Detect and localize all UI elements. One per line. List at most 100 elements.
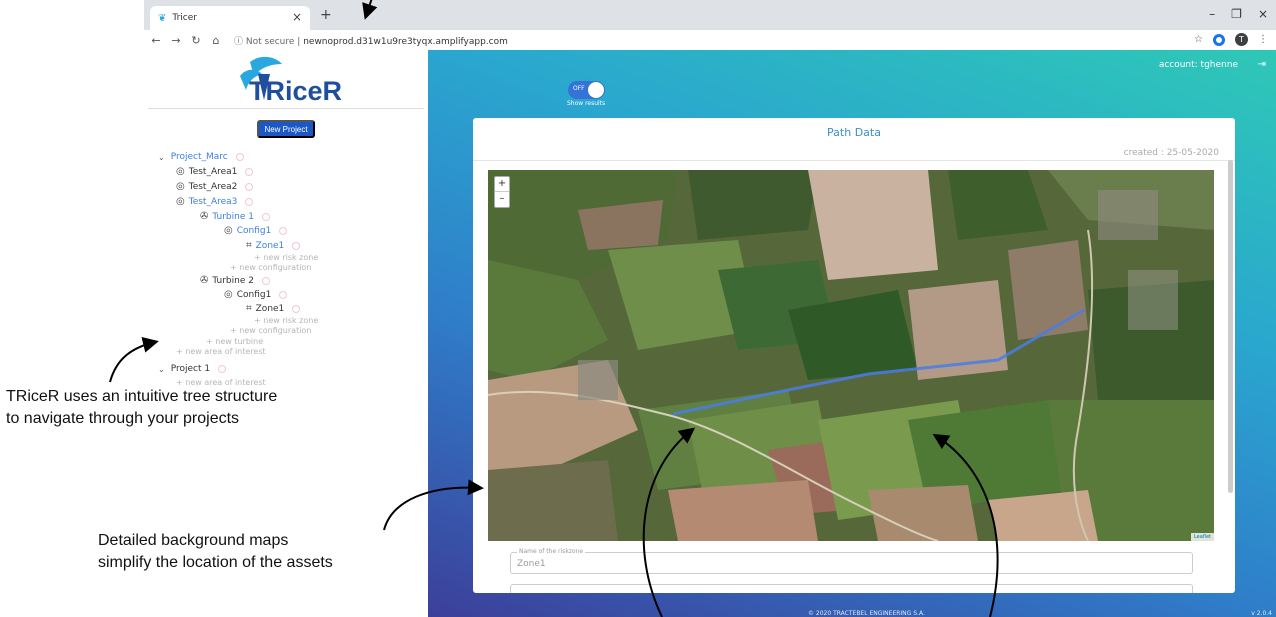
riskzone-value: Zone1 xyxy=(517,559,546,569)
tree-area-3[interactable]: ◎ Test_Area3 xyxy=(176,196,254,207)
card-scrollbar[interactable] xyxy=(1228,160,1233,493)
target-icon: ◎ xyxy=(176,166,185,177)
logout-icon[interactable]: ⇥ xyxy=(1258,59,1266,70)
tree-label: Zone1 xyxy=(255,240,285,251)
tree-t1-config[interactable]: ◎ Config1 xyxy=(224,225,288,236)
zoom-out-button[interactable]: – xyxy=(495,192,509,207)
profile-avatar[interactable]: T xyxy=(1235,33,1248,46)
info-icon: ⓘ xyxy=(234,36,246,47)
address-bar: ← → ↻ ⌂ ⓘ Not secure | newnoprod.d31w1u9… xyxy=(144,30,1276,50)
maximize-icon[interactable]: ❐ xyxy=(1231,7,1242,21)
delete-icon[interactable] xyxy=(279,290,288,299)
delete-icon[interactable] xyxy=(279,226,288,235)
map-annotation: Detailed background maps simplify the lo… xyxy=(98,530,333,574)
tree-label: Zone1 xyxy=(255,303,285,314)
delete-icon[interactable] xyxy=(261,276,270,285)
card-title: Path Data xyxy=(827,126,881,139)
add-risk-zone-link[interactable]: + new risk zone xyxy=(254,316,318,325)
back-icon[interactable]: ← xyxy=(148,34,164,47)
tree-label: Project 1 xyxy=(170,364,211,374)
annotation-line: TRiceR uses an intuitive tree structure xyxy=(6,388,278,405)
target-icon: ◎ xyxy=(176,196,185,207)
add-area-link[interactable]: + new area of interest xyxy=(176,347,266,356)
menu-kebab-icon[interactable]: ⋮ xyxy=(1258,34,1268,45)
tree-label: Project_Marc xyxy=(170,152,228,162)
turbine-icon: ✇ xyxy=(200,211,209,222)
chevron-down-icon[interactable]: ⌄ xyxy=(158,153,165,162)
window-controls: – ❐ × xyxy=(1209,7,1268,21)
new-tab-button[interactable]: + xyxy=(320,7,332,23)
tree-area-2[interactable]: ◎ Test_Area2 xyxy=(176,181,254,192)
tricer-favicon-icon: ❦ xyxy=(158,12,167,24)
zone-icon: ⌗ xyxy=(246,240,252,251)
delete-icon[interactable] xyxy=(245,182,254,191)
new-project-button[interactable]: New Project xyxy=(257,120,315,138)
browser-chrome: ❦ Tricer × + – ❐ × ← → ↻ ⌂ ⓘ Not secure … xyxy=(144,0,1276,50)
target-icon: ◎ xyxy=(224,289,233,300)
show-results-label: Show results xyxy=(567,100,606,107)
tree-turbine-2[interactable]: ✇ Turbine 2 xyxy=(200,275,270,286)
tree-annotation: TRiceR uses an intuitive tree structure … xyxy=(6,386,277,430)
aerial-imagery xyxy=(488,170,1214,541)
target-icon: ◎ xyxy=(176,181,185,192)
satellite-map[interactable]: + – Leaflet xyxy=(488,170,1214,541)
delete-icon[interactable] xyxy=(245,197,254,206)
footer-copyright: © 2020 TRACTEBEL ENGINEERING S.A. xyxy=(808,610,925,617)
delete-icon[interactable] xyxy=(218,365,227,373)
tree-label: Turbine 2 xyxy=(212,275,254,286)
add-configuration-link[interactable]: + new configuration xyxy=(230,263,311,272)
zone-icon: ⌗ xyxy=(246,303,252,314)
riskzone-label: Name of the riskzone xyxy=(517,548,586,555)
reload-icon[interactable]: ↻ xyxy=(188,34,204,47)
logo-text: TRiceR xyxy=(249,76,343,106)
account-label: account: tghenne xyxy=(1158,60,1238,70)
delete-icon[interactable] xyxy=(235,153,244,161)
next-field[interactable] xyxy=(510,584,1193,593)
tree-t2-config[interactable]: ◎ Config1 xyxy=(224,289,288,300)
tree-area-1[interactable]: ◎ Test_Area1 xyxy=(176,166,254,177)
add-risk-zone-link[interactable]: + new risk zone xyxy=(254,253,318,262)
turbine-icon: ✇ xyxy=(200,275,209,286)
created-date: created : 25-05-2020 xyxy=(1123,148,1219,158)
bookmark-star-icon[interactable]: ☆ xyxy=(1194,34,1203,45)
security-label: Not secure xyxy=(245,36,295,47)
tree-project-marc[interactable]: ⌄ Project_Marc xyxy=(158,152,244,162)
tree-t1-zone[interactable]: ⌗ Zone1 xyxy=(246,240,301,251)
extension-icon[interactable] xyxy=(1213,33,1225,46)
chevron-down-icon[interactable]: ⌄ xyxy=(158,365,165,374)
annotation-line: to navigate through your projects xyxy=(6,410,240,427)
show-results-toggle[interactable]: OFF xyxy=(568,81,605,99)
toolbar-right: ☆ T ⋮ xyxy=(1194,33,1268,46)
tree-label: Test_Area1 xyxy=(188,166,238,177)
url-field[interactable]: ⓘ Not secure | newnoprod.d31w1u9re3tyqx.… xyxy=(234,34,508,47)
browser-tab[interactable]: ❦ Tricer × xyxy=(150,6,310,30)
map-attribution[interactable]: Leaflet xyxy=(1190,533,1214,541)
url-text: newnoprod.d31w1u9re3tyqx.amplifyapp.com xyxy=(303,36,508,47)
zoom-in-button[interactable]: + xyxy=(495,177,509,192)
delete-icon[interactable] xyxy=(245,167,254,176)
tab-close-icon[interactable]: × xyxy=(292,10,302,24)
tree-project-1[interactable]: ⌄ Project 1 xyxy=(158,364,227,374)
tree-t2-zone[interactable]: ⌗ Zone1 xyxy=(246,303,301,314)
screenshot-root: ❦ Tricer × + – ❐ × ← → ↻ ⌂ ⓘ Not secure … xyxy=(0,0,1276,617)
tree-label: Turbine 1 xyxy=(212,211,254,222)
tree-label: Test_Area3 xyxy=(188,196,238,207)
target-icon: ◎ xyxy=(224,225,233,236)
version-label: v 2.0.4 xyxy=(1251,610,1272,617)
forward-icon[interactable]: → xyxy=(168,34,184,47)
tree-label: Test_Area2 xyxy=(188,181,238,192)
add-turbine-link[interactable]: + new turbine xyxy=(206,337,263,346)
delete-icon[interactable] xyxy=(261,212,270,221)
minimize-icon[interactable]: – xyxy=(1209,7,1215,21)
delete-icon[interactable] xyxy=(292,241,301,250)
tree-turbine-1[interactable]: ✇ Turbine 1 xyxy=(200,211,270,222)
add-configuration-link[interactable]: + new configuration xyxy=(230,326,311,335)
window-close-icon[interactable]: × xyxy=(1258,7,1268,21)
path-data-card: Path Data created : 25-05-2020 + – Leafl… xyxy=(473,118,1235,593)
toggle-state: OFF xyxy=(573,85,585,92)
home-icon[interactable]: ⌂ xyxy=(208,34,224,47)
delete-icon[interactable] xyxy=(292,304,301,313)
annotation-line: simplify the location of the assets xyxy=(98,554,333,571)
annotation-line: Detailed background maps xyxy=(98,532,289,549)
riskzone-name-field[interactable]: Name of the riskzone Zone1 xyxy=(510,548,1193,574)
